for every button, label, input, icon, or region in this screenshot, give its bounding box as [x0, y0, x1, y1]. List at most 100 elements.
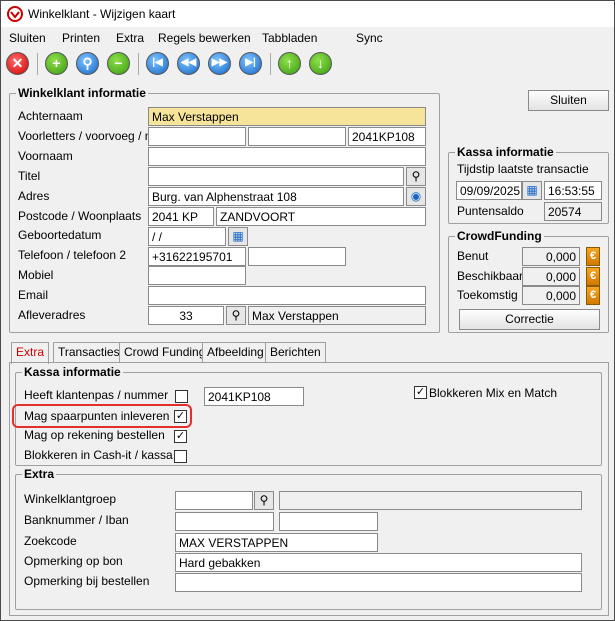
toekomstig-field: 0,000	[522, 286, 580, 305]
afleveradres-nr-field[interactable]: 33	[148, 306, 224, 325]
previous-icon[interactable]: ◀◀	[177, 52, 200, 75]
adres-field[interactable]: Burg. van Alphenstraat 108	[148, 187, 404, 206]
rekening-label: Mag op rekening bestellen	[24, 428, 165, 442]
mobiel-field[interactable]	[148, 266, 246, 285]
menu-printen[interactable]: Printen	[62, 31, 100, 45]
titel-field[interactable]	[148, 167, 404, 186]
blokkeren-mix-checkbox[interactable]: ✓	[414, 386, 427, 399]
achternaam-label: Achternaam	[18, 109, 83, 123]
achternaam-field[interactable]: Max Verstappen	[148, 107, 426, 126]
tab-afbeelding[interactable]: Afbeelding	[202, 342, 269, 362]
window-title: Winkelklant - Wijzigen kaart	[28, 7, 176, 21]
spaarpunten-checkbox[interactable]: ✓	[174, 410, 187, 423]
klantenpas-nummer-field[interactable]: 2041KP108	[204, 387, 304, 406]
remove-icon[interactable]: −	[107, 52, 130, 75]
tab-berichten[interactable]: Berichten	[265, 342, 326, 362]
mobiel-label: Mobiel	[18, 268, 54, 282]
app-logo-icon	[7, 6, 23, 22]
menu-regels-bewerken[interactable]: Regels bewerken	[158, 31, 251, 45]
banknummer-field[interactable]	[175, 512, 274, 531]
puntensaldo-field: 20574	[544, 202, 602, 221]
winkelklantgroep-search-icon[interactable]: ⚲	[254, 491, 274, 510]
telefoon2-field[interactable]	[248, 247, 346, 266]
geboortedatum-label: Geboortedatum	[18, 228, 102, 242]
benut-label: Benut	[457, 249, 489, 263]
beschikbaar-field: 0,000	[522, 267, 580, 286]
cashit-checkbox[interactable]	[174, 450, 187, 463]
globe-icon[interactable]: ◉	[406, 187, 426, 206]
euro-icon[interactable]: €	[586, 286, 600, 305]
voorletters-label: Voorletters / voorvoeg / nr	[18, 129, 156, 143]
calendar-icon[interactable]: ▦	[228, 227, 248, 246]
blokkeren-mix-label: Blokkeren Mix en Match	[429, 386, 558, 400]
telefoon-label: Telefoon / telefoon 2	[18, 248, 127, 262]
klantenpas-label: Heeft klantenpas / nummer	[24, 388, 169, 402]
klantenpas-checkbox[interactable]	[175, 390, 188, 403]
close-icon[interactable]: ✕	[6, 52, 29, 75]
iban-field[interactable]	[279, 512, 378, 531]
voornaam-field[interactable]	[148, 147, 426, 166]
tab-transacties[interactable]: Transacties	[53, 342, 125, 362]
menu-bar: Sluiten Printen Extra Regels bewerken Ta…	[1, 27, 614, 47]
titel-label: Titel	[18, 169, 41, 183]
banknummer-label: Banknummer / Iban	[24, 513, 129, 527]
up-icon[interactable]: ↑	[278, 52, 301, 75]
email-label: Email	[18, 288, 49, 302]
add-icon[interactable]: +	[45, 52, 68, 75]
afleveradres-label: Afleveradres	[18, 308, 86, 322]
spaarpunten-label: Mag spaarpunten inleveren	[24, 409, 170, 423]
voorletters-field[interactable]	[148, 127, 246, 146]
benut-field: 0,000	[522, 247, 580, 266]
menu-extra[interactable]: Extra	[116, 31, 144, 45]
menu-sluiten[interactable]: Sluiten	[9, 31, 46, 45]
toolbar-separator	[37, 53, 38, 75]
next-icon[interactable]: ▶▶	[208, 52, 231, 75]
beschikbaar-label: Beschikbaar	[457, 269, 524, 283]
title-bar: Winkelklant - Wijzigen kaart	[1, 1, 614, 27]
tab-extra[interactable]: Extra	[11, 342, 50, 364]
opmerking-bestellen-field[interactable]	[175, 573, 582, 592]
titel-search-icon[interactable]: ⚲	[406, 167, 426, 186]
afleveradres-naam-field: Max Verstappen	[248, 306, 426, 325]
zoekcode-label: Zoekcode	[24, 534, 77, 548]
calendar-icon[interactable]: ▦	[522, 181, 542, 200]
winkelklantgroep-field[interactable]	[175, 491, 253, 510]
cashit-label: Blokkeren in Cash-it / kassa	[24, 448, 173, 462]
toolbar: ✕ + ⚲ − |◀ ◀◀ ▶▶ ▶| ↑ ↓	[1, 47, 614, 81]
crowdfunding-title: CrowdFunding	[455, 229, 544, 243]
opmerking-bon-field[interactable]: Hard gebakken	[175, 553, 582, 572]
extra-kassa-title: Kassa informatie	[22, 365, 123, 379]
woonplaats-field[interactable]: ZANDVOORT	[216, 207, 426, 226]
puntensaldo-label: Puntensaldo	[457, 204, 524, 218]
toolbar-separator	[270, 53, 271, 75]
down-icon[interactable]: ↓	[309, 52, 332, 75]
email-field[interactable]	[148, 286, 426, 305]
postcode-field[interactable]: 2041 KP	[148, 207, 214, 226]
menu-tabbladen[interactable]: Tabbladen	[262, 31, 317, 45]
last-icon[interactable]: ▶|	[239, 52, 262, 75]
afleveradres-search-icon[interactable]: ⚲	[226, 306, 246, 325]
search-icon[interactable]: ⚲	[76, 52, 99, 75]
adres-label: Adres	[18, 189, 50, 203]
first-icon[interactable]: |◀	[146, 52, 169, 75]
winkelklantgroep-desc-field	[279, 491, 582, 510]
customer-info-title: Winkelklant informatie	[16, 86, 148, 100]
geboortedatum-field[interactable]: / /	[148, 227, 226, 246]
tab-crowd-funding[interactable]: Crowd Funding	[119, 342, 211, 362]
menu-sync[interactable]: Sync	[356, 31, 383, 45]
toekomstig-label: Toekomstig	[457, 288, 518, 302]
voorvoegsel-field[interactable]	[248, 127, 346, 146]
rekening-checkbox[interactable]: ✓	[174, 430, 187, 443]
euro-icon[interactable]: €	[586, 247, 600, 266]
huisnummer-field[interactable]: 2041KP108	[348, 127, 426, 146]
correctie-button[interactable]: Correctie	[459, 309, 600, 330]
window: Winkelklant - Wijzigen kaart Sluiten Pri…	[0, 0, 615, 621]
telefoon-field[interactable]: +31622195701	[148, 247, 246, 266]
opmerking-bestellen-label: Opmerking bij bestellen	[24, 574, 150, 588]
sluiten-button[interactable]: Sluiten	[528, 90, 609, 111]
voornaam-label: Voornaam	[18, 149, 73, 163]
euro-icon[interactable]: €	[586, 267, 600, 286]
zoekcode-field[interactable]: MAX VERSTAPPEN	[175, 533, 378, 552]
postcode-label: Postcode / Woonplaats	[18, 209, 142, 223]
tijdstip-label: Tijdstip laatste transactie	[457, 162, 589, 176]
